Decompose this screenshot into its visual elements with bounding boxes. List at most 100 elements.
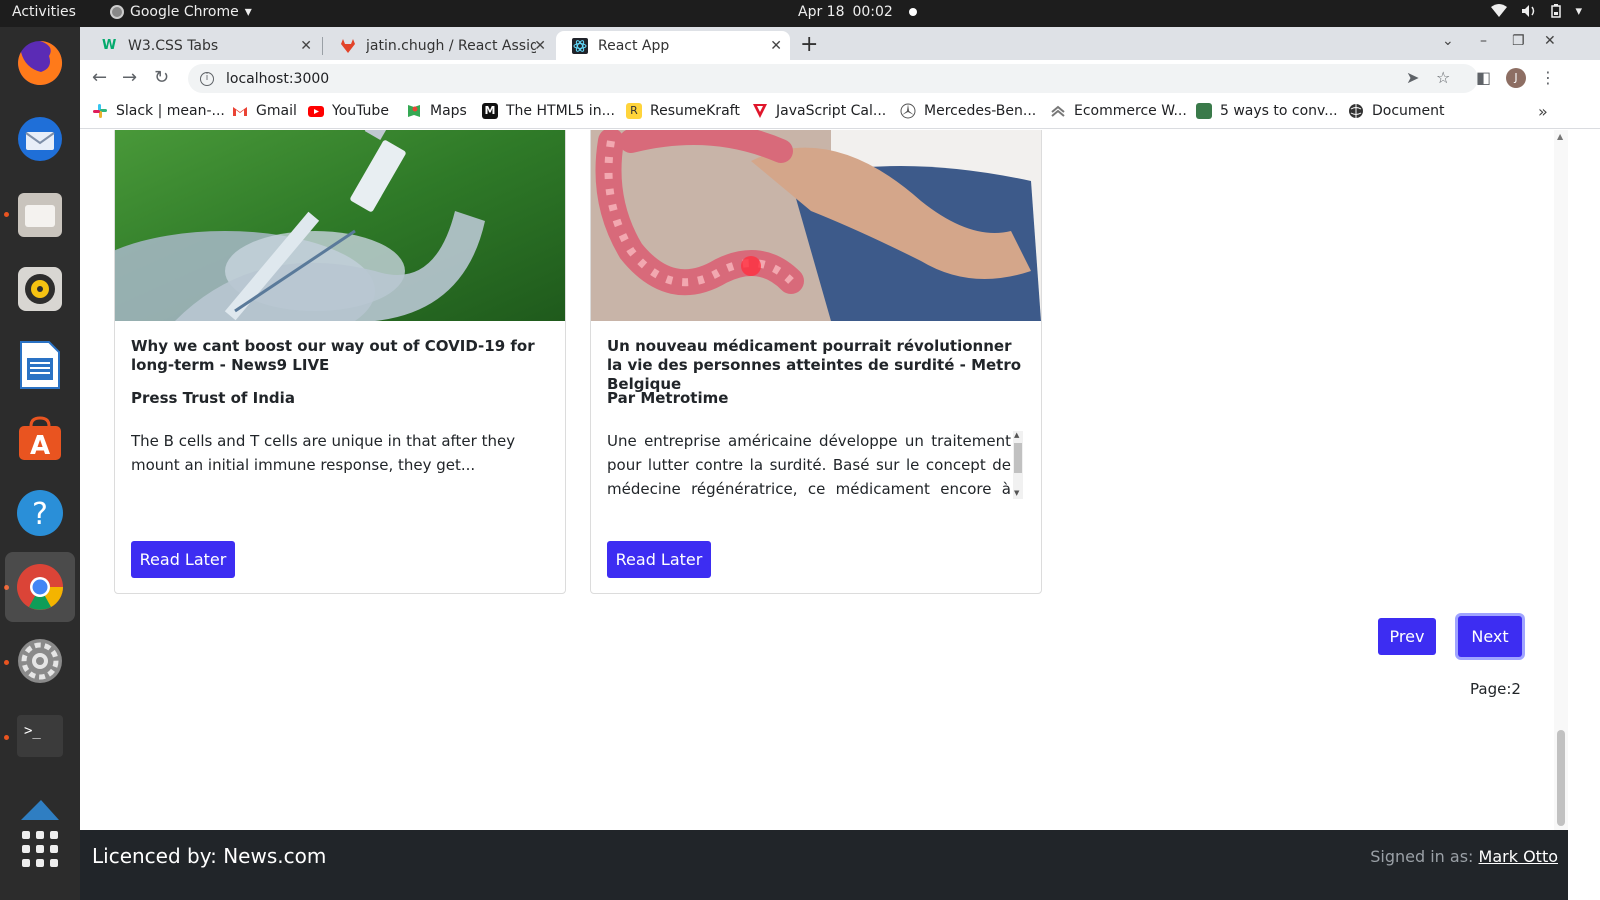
bookmark-html5[interactable]: M The HTML5 in... bbox=[482, 103, 615, 119]
mercedes-icon bbox=[900, 103, 916, 119]
browser-toolbar: ← → ↻ i localhost:3000 ➤ ☆ ◧ J ⋮ bbox=[80, 60, 1600, 96]
reload-icon[interactable]: ↻ bbox=[154, 67, 169, 88]
bookmark-star-icon[interactable]: ☆ bbox=[1436, 68, 1450, 87]
bookmark-label: Gmail bbox=[256, 103, 297, 119]
gmail-icon bbox=[232, 103, 248, 119]
article-description[interactable]: Une entreprise américaine développe un t… bbox=[607, 429, 1011, 499]
page-scrollbar-thumb[interactable] bbox=[1557, 730, 1565, 826]
scrollbar-thumb[interactable] bbox=[1014, 443, 1022, 473]
article-source: Press Trust of India bbox=[131, 389, 295, 407]
resumekraft-icon: R bbox=[626, 103, 642, 119]
app-menu[interactable]: Google Chrome ▾ bbox=[110, 4, 252, 20]
new-tab-icon[interactable]: + bbox=[800, 32, 818, 57]
software-store-icon[interactable]: A bbox=[14, 413, 66, 465]
bookmark-label: ResumeKraft bbox=[650, 103, 740, 119]
bookmark-youtube[interactable]: YouTube bbox=[308, 103, 389, 119]
menu-kebab-icon[interactable]: ⋮ bbox=[1540, 68, 1556, 87]
stack-icon bbox=[1050, 103, 1066, 119]
tab-separator bbox=[322, 37, 323, 55]
close-icon[interactable]: ✕ bbox=[770, 38, 782, 54]
react-icon bbox=[572, 37, 588, 54]
page-content: Why we cant boost our way out of COVID-1… bbox=[80, 130, 1554, 830]
settings-icon[interactable] bbox=[14, 635, 66, 687]
bookmark-document[interactable]: Document bbox=[1348, 103, 1445, 119]
scroll-up-icon[interactable]: ▲ bbox=[1557, 132, 1563, 141]
clock[interactable]: Apr 18 00:02 bbox=[798, 4, 917, 20]
close-icon[interactable]: ✕ bbox=[300, 38, 312, 54]
article-thumbnail-icon bbox=[1196, 103, 1212, 119]
bookmarks-bar: Slack | mean-... Gmail YouTube Maps M Th… bbox=[80, 96, 1600, 129]
notification-dot-icon bbox=[908, 8, 917, 16]
battery-icon bbox=[1551, 4, 1562, 22]
terminal-icon[interactable]: >_ bbox=[14, 710, 66, 762]
rhythmbox-icon[interactable] bbox=[14, 263, 66, 315]
next-button[interactable]: Next bbox=[1458, 616, 1522, 657]
prev-button[interactable]: Prev bbox=[1378, 618, 1436, 655]
activities-button[interactable]: Activities bbox=[12, 4, 76, 20]
youtube-icon bbox=[308, 103, 324, 119]
thunderbird-icon[interactable] bbox=[14, 113, 66, 165]
read-later-button[interactable]: Read Later bbox=[607, 541, 711, 578]
gitlab-icon bbox=[340, 38, 356, 54]
tab-search-icon[interactable]: ⌄ bbox=[1442, 33, 1454, 49]
system-tray[interactable]: ▾ bbox=[1491, 4, 1582, 22]
more-bookmarks-icon[interactable]: » bbox=[1538, 102, 1548, 121]
user-link[interactable]: Mark Otto bbox=[1479, 847, 1558, 866]
address-bar[interactable]: i localhost:3000 bbox=[188, 64, 1478, 93]
page-indicator: Page:2 bbox=[1470, 680, 1521, 698]
page-scrollbar[interactable]: ▲ bbox=[1554, 130, 1568, 830]
bookmark-slack[interactable]: Slack | mean-... bbox=[92, 103, 225, 119]
running-indicator bbox=[4, 735, 9, 740]
bookmark-javascript[interactable]: JavaScript Cal... bbox=[752, 103, 886, 119]
firefox-icon[interactable] bbox=[14, 37, 66, 89]
scroll-down-icon[interactable]: ▼ bbox=[1014, 489, 1019, 497]
bookmark-label: JavaScript Cal... bbox=[776, 103, 887, 119]
send-icon[interactable]: ➤ bbox=[1406, 68, 1419, 87]
description-scrollbar[interactable]: ▲ ▼ bbox=[1013, 431, 1023, 499]
tab-gitlab[interactable]: jatin.chugh / React Assign ✕ bbox=[324, 31, 554, 60]
read-later-button[interactable]: Read Later bbox=[131, 541, 235, 578]
chrome-icon[interactable] bbox=[5, 552, 75, 622]
side-panel-icon[interactable]: ◧ bbox=[1476, 68, 1491, 87]
signed-in-prefix: Signed in as: bbox=[1370, 847, 1474, 866]
svg-text:>_: >_ bbox=[24, 723, 41, 739]
bookmark-resumekraft[interactable]: R ResumeKraft bbox=[626, 103, 740, 119]
tab-w3css[interactable]: W W3.CSS Tabs ✕ bbox=[86, 31, 320, 60]
bookmark-maps[interactable]: Maps bbox=[406, 103, 467, 119]
globe-icon bbox=[1348, 103, 1364, 119]
running-indicator bbox=[4, 212, 9, 217]
bookmark-ecommerce[interactable]: Ecommerce W... bbox=[1050, 103, 1187, 119]
scroll-up-icon[interactable]: ▲ bbox=[1014, 431, 1019, 439]
profile-avatar[interactable]: J bbox=[1506, 68, 1526, 88]
show-applications-icon[interactable] bbox=[14, 823, 66, 875]
maps-icon bbox=[406, 103, 422, 119]
forward-icon[interactable]: → bbox=[122, 67, 137, 88]
minimize-icon[interactable]: – bbox=[1480, 33, 1487, 49]
back-icon[interactable]: ← bbox=[92, 67, 107, 88]
bookmark-label: Slack | mean-... bbox=[116, 103, 225, 119]
w3schools-icon: W bbox=[102, 37, 117, 53]
footer: Licenced by: News.com Signed in as: Mark… bbox=[80, 830, 1568, 900]
tab-react-app[interactable]: React App ✕ bbox=[556, 31, 790, 60]
running-indicator bbox=[4, 660, 9, 665]
article-title: Why we cant boost our way out of COVID-1… bbox=[131, 337, 535, 374]
bookmark-5ways[interactable]: 5 ways to conv... bbox=[1196, 103, 1338, 119]
app-menu-label: Google Chrome bbox=[130, 4, 239, 20]
info-icon[interactable]: i bbox=[200, 71, 214, 86]
tab-title: React App bbox=[598, 37, 670, 54]
article-title: Un nouveau médicament pourrait révolutio… bbox=[607, 337, 1022, 393]
bookmark-mercedes[interactable]: Mercedes-Ben... bbox=[900, 103, 1036, 119]
clock-time: 00:02 bbox=[852, 4, 893, 20]
libreoffice-writer-icon[interactable] bbox=[14, 339, 66, 391]
bookmark-label: Document bbox=[1372, 103, 1445, 119]
vivid-v-icon bbox=[752, 103, 768, 119]
ubuntu-dock: A ? >_ bbox=[0, 27, 80, 900]
help-icon[interactable]: ? bbox=[14, 487, 66, 539]
close-window-icon[interactable]: ✕ bbox=[1544, 33, 1556, 49]
close-icon[interactable]: ✕ bbox=[534, 38, 546, 54]
files-icon[interactable] bbox=[14, 189, 66, 241]
wifi-icon bbox=[1491, 4, 1508, 22]
bookmark-gmail[interactable]: Gmail bbox=[232, 103, 297, 119]
restore-icon[interactable]: ❐ bbox=[1512, 33, 1525, 49]
html5-book-icon: M bbox=[482, 103, 498, 119]
